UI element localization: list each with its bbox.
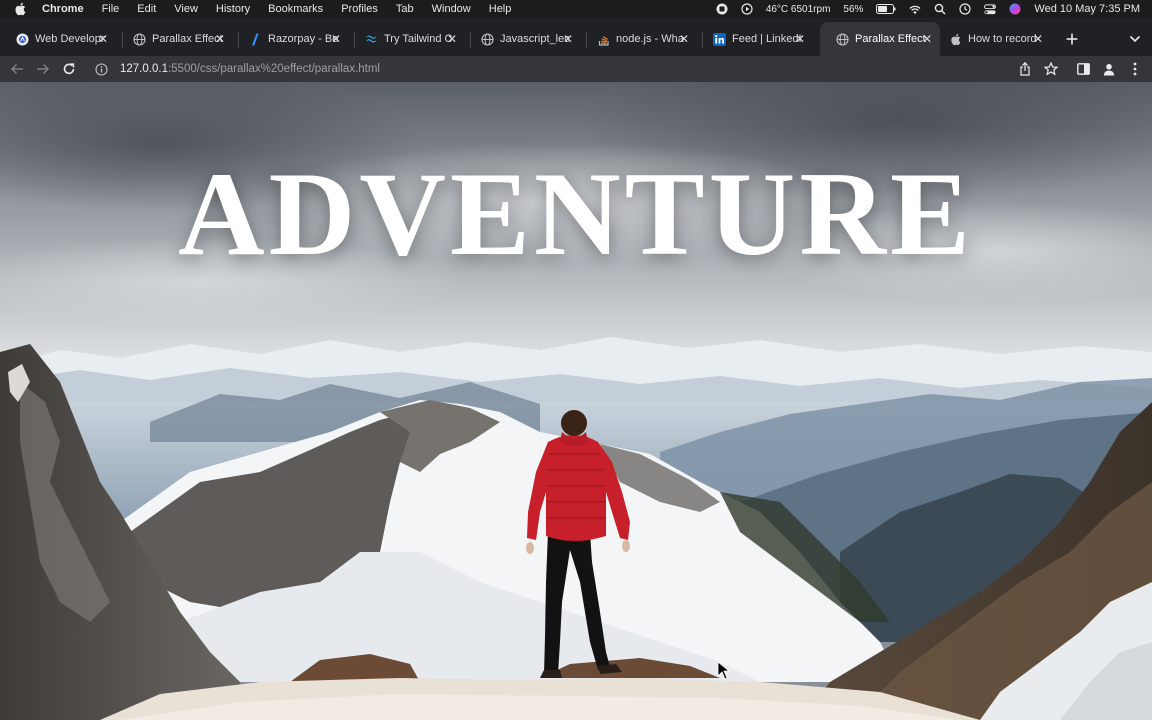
hero-title: ADVENTURE [177,147,975,280]
menu-tab[interactable]: Tab [396,3,414,15]
close-tab-icon[interactable]: ✕ [1031,32,1045,46]
tab-javascript-lecture[interactable]: Javascript_lec ✕ [465,26,581,52]
tab-parallax-effect[interactable]: Parallax Effect ✕ [117,26,233,52]
page-viewport[interactable]: ADVENTURE [0,82,1152,720]
profile-avatar-icon[interactable] [1100,60,1118,78]
razorpay-favicon [249,33,262,46]
apple-favicon [949,33,962,46]
wifi-icon[interactable] [909,3,921,15]
battery-percent[interactable]: 56% [843,4,863,15]
menu-view[interactable]: View [174,3,198,15]
tab-how-to-record[interactable]: How to record ✕ [933,26,1051,52]
close-tab-icon[interactable]: ✕ [329,32,343,46]
battery-icon[interactable] [876,3,896,15]
date-time[interactable]: Wed 10 May 7:35 PM [1034,3,1140,15]
tailwind-favicon [365,33,378,46]
bookmark-star-icon[interactable] [1042,60,1060,78]
tab-parallax-effect-active[interactable]: Parallax Effect ✕ [820,22,940,56]
menu-profiles[interactable]: Profiles [341,3,378,15]
close-tab-icon[interactable]: ✕ [96,32,110,46]
close-tab-icon[interactable]: ✕ [677,32,691,46]
screen-record-stop-icon[interactable] [716,3,728,15]
app-name-menu[interactable]: Chrome [42,3,84,15]
linkedin-favicon [713,32,726,46]
time-machine-icon[interactable] [959,3,972,15]
tab-title: Feed | LinkedI [732,33,802,45]
close-tab-icon[interactable]: ✕ [793,32,807,46]
globe-icon [133,32,146,46]
side-panel-icon[interactable] [1074,60,1092,78]
control-center-icon[interactable] [984,3,997,15]
tab-search-chevron-down-icon[interactable] [1126,30,1144,48]
menu-history[interactable]: History [216,3,250,15]
tab-title: Web Developm [35,33,105,45]
tab-title: Javascript_lec [500,33,570,45]
play-icon[interactable] [741,3,753,15]
url-path: :5500/css/parallax%20effect/parallax.htm… [167,63,380,75]
forward-arrow-icon[interactable] [34,60,52,78]
site-info-icon[interactable] [94,62,108,76]
tab-title: node.js - Wha [616,33,684,45]
tab-title: Razorpay - Be [268,33,338,45]
stackoverflow-favicon [597,33,610,46]
tab-title: Parallax Effect [152,33,222,45]
close-tab-icon[interactable]: ✕ [920,32,934,46]
close-tab-icon[interactable]: ✕ [561,32,575,46]
share-icon[interactable] [1016,60,1034,78]
globe-icon [481,32,494,46]
browser-toolbar: 127.0.0.1:5500/css/parallax%20effect/par… [0,56,1152,82]
back-arrow-icon[interactable] [8,60,26,78]
cpu-temp-fan-stat[interactable]: 46°C 6501rpm [766,4,831,15]
url-text: 127.0.0.1:5500/css/parallax%20effect/par… [120,63,380,75]
tab-nodejs-stackoverflow[interactable]: node.js - Wha ✕ [581,26,697,52]
address-bar[interactable]: 127.0.0.1:5500/css/parallax%20effect/par… [88,57,1088,81]
tab-tailwind[interactable]: Try Tailwind C ✕ [349,26,465,52]
url-host: 127.0.0.1 [120,63,168,75]
macos-menu-bar: Chrome File Edit View History Bookmarks … [0,0,1152,18]
apple-menu-icon[interactable] [14,2,28,16]
tab-title: Try Tailwind C [384,33,453,45]
close-tab-icon[interactable]: ✕ [213,32,227,46]
tab-title: How to record [968,33,1037,45]
spotlight-search-icon[interactable] [934,3,946,15]
menu-window[interactable]: Window [432,3,471,15]
close-tab-icon[interactable]: ✕ [445,32,459,46]
new-tab-button[interactable] [1062,29,1082,49]
tab-razorpay[interactable]: Razorpay - Be ✕ [233,26,349,52]
more-menu-icon[interactable] [1126,60,1144,78]
tab-linkedin-feed[interactable]: Feed | LinkedI ✕ [697,26,813,52]
menu-edit[interactable]: Edit [137,3,156,15]
browser-tab-strip: Web Developm ✕ Parallax Effect ✕ Razorpa… [0,18,1152,56]
menu-file[interactable]: File [102,3,120,15]
menu-help[interactable]: Help [489,3,512,15]
reload-icon[interactable] [60,60,78,78]
web-dev-favicon [16,33,29,46]
menu-bookmarks[interactable]: Bookmarks [268,3,323,15]
tab-web-development[interactable]: Web Developm ✕ [0,26,116,52]
globe-icon [836,32,849,46]
siri-icon[interactable] [1009,3,1021,15]
